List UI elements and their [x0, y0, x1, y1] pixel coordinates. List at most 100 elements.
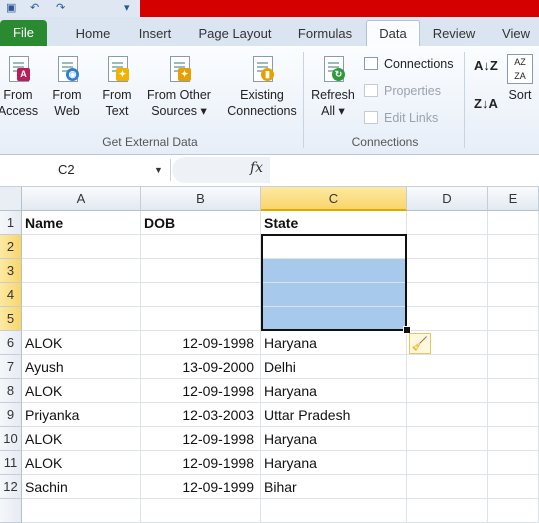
- cell-b-row[interactable]: [141, 307, 261, 331]
- cell-c-row[interactable]: Uttar Pradesh: [261, 403, 407, 427]
- column-header-b[interactable]: B: [141, 187, 261, 211]
- select-all-button[interactable]: [0, 187, 22, 211]
- cell-e-row[interactable]: [488, 307, 539, 331]
- cell-d-row[interactable]: [407, 451, 488, 475]
- row-header[interactable]: 9: [0, 403, 22, 427]
- cell-c-row[interactable]: Haryana: [261, 427, 407, 451]
- cell-a-row[interactable]: ALOK: [22, 427, 141, 451]
- cell-d-row[interactable]: [407, 379, 488, 403]
- cell-b-row[interactable]: [141, 235, 261, 259]
- cell-d-row[interactable]: [407, 427, 488, 451]
- column-header-d[interactable]: D: [407, 187, 488, 211]
- edit-links-button[interactable]: Edit Links: [364, 110, 438, 126]
- row-header[interactable]: 3: [0, 259, 22, 283]
- row-header[interactable]: 10: [0, 427, 22, 451]
- cell-a-row[interactable]: Name: [22, 211, 141, 235]
- tab-formulas[interactable]: Formulas: [290, 23, 360, 45]
- row-header[interactable]: 11: [0, 451, 22, 475]
- tab-view[interactable]: View: [494, 23, 538, 45]
- save-icon[interactable]: ▣: [6, 1, 16, 15]
- column-header-e[interactable]: E: [488, 187, 539, 211]
- cell-b-row[interactable]: 12-03-2003: [141, 403, 261, 427]
- cell-e-row[interactable]: [488, 379, 539, 403]
- cell-d-row[interactable]: [407, 283, 488, 307]
- cell-b-row[interactable]: 13-09-2000: [141, 355, 261, 379]
- sort-ascending-icon[interactable]: A↓Z: [474, 58, 498, 74]
- tab-data[interactable]: Data: [366, 20, 420, 47]
- properties-button[interactable]: Properties: [364, 83, 441, 99]
- from-other-sources-button[interactable]: ✦ From Other Sources ▾: [142, 54, 216, 119]
- chevron-down-icon[interactable]: ▼: [154, 159, 163, 181]
- sort-descending-icon[interactable]: Z↓A: [474, 96, 498, 112]
- cell-b-row[interactable]: 12-09-1998: [141, 427, 261, 451]
- cell-c-row[interactable]: Haryana: [261, 379, 407, 403]
- refresh-all-button[interactable]: ↻ Refresh All ▾: [308, 54, 358, 119]
- cell-d-row[interactable]: [407, 475, 488, 499]
- cell-e-row[interactable]: [488, 451, 539, 475]
- row-header[interactable]: 4: [0, 283, 22, 307]
- row-header[interactable]: 6: [0, 331, 22, 355]
- cell-e-row[interactable]: [488, 283, 539, 307]
- name-box[interactable]: C2 ▼: [0, 159, 171, 181]
- cell-e-row[interactable]: [488, 427, 539, 451]
- cell-a-row[interactable]: ALOK: [22, 451, 141, 475]
- cell-a-row[interactable]: [22, 259, 141, 283]
- cell-d-row[interactable]: [407, 403, 488, 427]
- cell-e-row[interactable]: [488, 475, 539, 499]
- cell-b-row[interactable]: [141, 499, 261, 523]
- column-header-a[interactable]: A: [22, 187, 141, 211]
- cell-b-row[interactable]: [141, 259, 261, 283]
- cell-d-row[interactable]: [407, 259, 488, 283]
- cell-c-row[interactable]: Bihar: [261, 475, 407, 499]
- cell-b-row[interactable]: 12-09-1998: [141, 379, 261, 403]
- cell-e-row[interactable]: [488, 211, 539, 235]
- cell-b-row[interactable]: DOB: [141, 211, 261, 235]
- cell-a-row[interactable]: [22, 499, 141, 523]
- cell-e-row[interactable]: [488, 499, 539, 523]
- cell-b-row[interactable]: 12-09-1999: [141, 475, 261, 499]
- cell-b-row[interactable]: 12-09-1998: [141, 451, 261, 475]
- insert-function-icon[interactable]: fx: [250, 160, 263, 176]
- cell-d-row[interactable]: [407, 355, 488, 379]
- cell-a-row[interactable]: [22, 283, 141, 307]
- cell-d-row[interactable]: [407, 307, 488, 331]
- cell-b-row[interactable]: 12-09-1998: [141, 331, 261, 355]
- row-header[interactable]: 2: [0, 235, 22, 259]
- redo-icon[interactable]: ↷: [56, 1, 65, 15]
- from-text-button[interactable]: ✦ From Text: [96, 54, 138, 119]
- cell-c-row[interactable]: [261, 499, 407, 523]
- row-header[interactable]: 5: [0, 307, 22, 331]
- connections-button[interactable]: Connections: [364, 56, 454, 72]
- cell-c-row[interactable]: Delhi: [261, 355, 407, 379]
- existing-connections-button[interactable]: ▮ Existing Connections: [224, 54, 300, 119]
- paste-options-icon[interactable]: 🧹: [409, 333, 431, 354]
- tab-review[interactable]: Review: [426, 23, 482, 45]
- row-header[interactable]: 1: [0, 211, 22, 235]
- cell-a-row[interactable]: Priyanka: [22, 403, 141, 427]
- row-header[interactable]: 8: [0, 379, 22, 403]
- from-web-button[interactable]: ◉ From Web: [46, 54, 88, 119]
- row-header[interactable]: [0, 499, 22, 523]
- cell-c-row[interactable]: Haryana: [261, 451, 407, 475]
- cell-e-row[interactable]: [488, 403, 539, 427]
- formula-input[interactable]: [272, 157, 539, 183]
- row-header[interactable]: 7: [0, 355, 22, 379]
- from-access-button[interactable]: A From Access: [0, 54, 40, 119]
- row-header[interactable]: 12: [0, 475, 22, 499]
- tab-home[interactable]: Home: [66, 23, 120, 45]
- tab-file[interactable]: File: [0, 20, 47, 46]
- cell-e-row[interactable]: [488, 259, 539, 283]
- cell-e-row[interactable]: [488, 235, 539, 259]
- cell-a-row[interactable]: [22, 235, 141, 259]
- cell-a-row[interactable]: [22, 307, 141, 331]
- sort-button[interactable]: AZ ZA Sort: [502, 54, 538, 103]
- cell-d-row[interactable]: [407, 499, 488, 523]
- cell-c-row[interactable]: Haryana: [261, 331, 407, 355]
- cell-a-row[interactable]: ALOK: [22, 379, 141, 403]
- column-header-c[interactable]: C: [261, 187, 407, 211]
- customize-toolbar-icon[interactable]: ▾: [124, 1, 130, 15]
- cell-d-row[interactable]: [407, 235, 488, 259]
- tab-insert[interactable]: Insert: [130, 23, 180, 45]
- cell-d-row[interactable]: [407, 211, 488, 235]
- cell-a-row[interactable]: Ayush: [22, 355, 141, 379]
